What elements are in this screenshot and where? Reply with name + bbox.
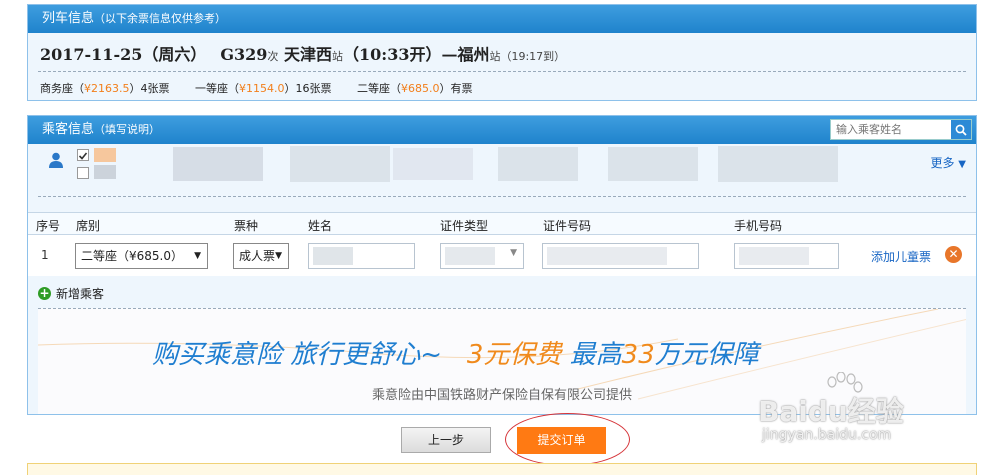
train-info-note: （以下余票信息仅供参考） bbox=[94, 12, 227, 25]
search-icon bbox=[955, 124, 967, 136]
passenger-table: 序号 席别 票种 姓名 证件类型 证件号码 手机号码 1 二等座（¥685.0）… bbox=[28, 212, 976, 276]
passenger-checkbox[interactable] bbox=[77, 167, 89, 179]
arrive-time: （19:17到） bbox=[500, 50, 566, 63]
dropdown-arrow-icon: ▼ bbox=[510, 248, 517, 258]
passenger-search-input[interactable] bbox=[831, 120, 951, 139]
add-passenger-button[interactable]: + 新增乘客 bbox=[38, 285, 104, 302]
train-number: G329 bbox=[220, 45, 268, 64]
col-seq: 序号 bbox=[36, 219, 61, 233]
blurred-name bbox=[290, 146, 390, 182]
passenger-search bbox=[830, 119, 972, 140]
id-type-select[interactable]: ▼ bbox=[440, 243, 524, 269]
blurred-name bbox=[94, 165, 116, 179]
blurred-name bbox=[173, 147, 263, 181]
dropdown-arrow-icon: ▼ bbox=[194, 251, 201, 261]
divider bbox=[38, 196, 966, 197]
col-ticket: 票种 bbox=[234, 219, 259, 233]
seat-second-class: 二等座（¥685.0）有票 bbox=[357, 82, 473, 95]
plus-icon: + bbox=[38, 286, 51, 300]
depart-time: （10:33开） bbox=[343, 45, 442, 64]
from-station: 天津西 bbox=[284, 45, 333, 64]
insurance-slogan: 购买乘意险 旅行更舒心~ 3元保费 最高33万元保障 bbox=[152, 340, 759, 370]
name-input[interactable] bbox=[308, 243, 415, 269]
user-icon bbox=[49, 152, 63, 168]
train-info-panel: 列车信息（以下余票信息仅供参考） 2017-11-25（周六） G329次 天津西… bbox=[27, 4, 977, 101]
passenger-info-panel: 乘客信息（填写说明） 更多 ▼ 序号 席别 票种 姓名 证件类型 bbox=[27, 115, 977, 415]
seat-first-class: 一等座（¥1154.0）16张票 bbox=[195, 82, 332, 95]
table-row: 1 二等座（¥685.0） ▼ 成人票 ▼ ▼ 添加儿童票 ✕ bbox=[28, 235, 976, 276]
add-passenger-label: 新增乘客 bbox=[56, 287, 105, 301]
blurred-name bbox=[498, 147, 578, 181]
passenger-checkbox[interactable] bbox=[77, 149, 89, 161]
passenger-info-title: 乘客信息 bbox=[42, 122, 95, 137]
seat-availability: 商务座（¥2163.5）4张票 一等座（¥1154.0）16张票 二等座（¥68… bbox=[40, 80, 473, 96]
col-id-number: 证件号码 bbox=[543, 219, 592, 233]
col-name: 姓名 bbox=[308, 219, 333, 233]
fill-instructions-link[interactable]: （填写说明） bbox=[94, 123, 160, 136]
table-header: 序号 席别 票种 姓名 证件类型 证件号码 手机号码 bbox=[28, 213, 976, 235]
previous-step-button[interactable]: 上一步 bbox=[401, 427, 491, 453]
col-phone: 手机号码 bbox=[734, 219, 783, 233]
col-seat: 席别 bbox=[76, 219, 101, 233]
passenger-info-header: 乘客信息（填写说明） bbox=[28, 116, 976, 144]
train-summary: 2017-11-25（周六） G329次 天津西站（10:33开）—福州站（19:… bbox=[40, 41, 565, 65]
divider bbox=[38, 71, 966, 72]
highlight-circle bbox=[505, 413, 630, 466]
col-id-type: 证件类型 bbox=[440, 219, 489, 233]
seat-type-select[interactable]: 二等座（¥685.0） ▼ bbox=[75, 243, 208, 269]
chevron-down-icon: ▼ bbox=[958, 159, 966, 170]
dropdown-arrow-icon: ▼ bbox=[275, 251, 282, 261]
blurred-name bbox=[608, 147, 698, 181]
blurred-name bbox=[94, 148, 116, 162]
route-arrow: — bbox=[441, 45, 458, 64]
blurred-name bbox=[718, 146, 838, 182]
tip-bar bbox=[27, 463, 977, 475]
ticket-type-select[interactable]: 成人票 ▼ bbox=[233, 243, 289, 269]
blurred-name bbox=[393, 148, 473, 180]
row-seq: 1 bbox=[41, 248, 49, 262]
baidu-watermark: Baidu经验 jingyan.baidu.com bbox=[758, 372, 948, 452]
id-number-input[interactable] bbox=[542, 243, 699, 269]
more-passengers-link[interactable]: 更多 ▼ bbox=[930, 154, 966, 171]
train-info-title: 列车信息 bbox=[42, 11, 95, 26]
saved-passengers: 更多 ▼ bbox=[28, 144, 976, 202]
to-station-suffix: 站 bbox=[489, 50, 501, 63]
phone-input[interactable] bbox=[734, 243, 839, 269]
train-info-header: 列车信息（以下余票信息仅供参考） bbox=[28, 5, 976, 33]
watermark-brand: Baidu经验 bbox=[758, 395, 904, 428]
to-station: 福州 bbox=[457, 45, 490, 64]
from-station-suffix: 站 bbox=[332, 50, 344, 63]
seat-business: 商务座（¥2163.5）4张票 bbox=[40, 82, 170, 95]
watermark-url: jingyan.baidu.com bbox=[762, 427, 892, 443]
remove-passenger-icon[interactable]: ✕ bbox=[945, 246, 962, 263]
add-child-ticket-link[interactable]: 添加儿童票 bbox=[871, 248, 931, 265]
travel-date: 2017-11-25（周六） bbox=[40, 45, 207, 64]
train-number-suffix: 次 bbox=[267, 50, 279, 63]
search-button[interactable] bbox=[951, 120, 971, 139]
